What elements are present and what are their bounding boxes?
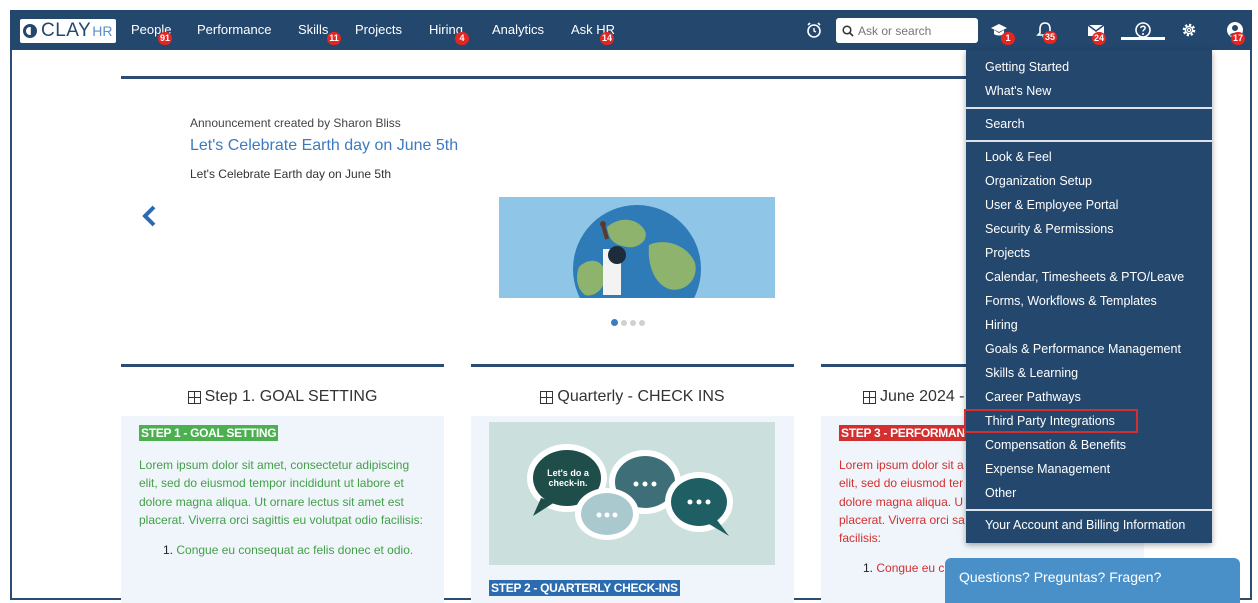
list-text: Congue eu consequat ac felis donec et od…	[176, 543, 414, 558]
carousel-dot-4[interactable]	[639, 320, 645, 326]
card-text: Lorem ipsum dolor sit amet, consectetur …	[139, 458, 423, 527]
gear-icon[interactable]	[1180, 21, 1198, 39]
card-heading: Quarterly - CHECK INS	[471, 388, 794, 406]
nav-people-badge: 91	[158, 32, 173, 45]
card-heading-text: Quarterly - CHECK INS	[557, 388, 725, 405]
announcement-body: Let's Celebrate Earth day on June 5th	[190, 167, 392, 181]
nav-skills[interactable]: Skills	[298, 22, 328, 37]
carousel-dots	[611, 319, 645, 326]
search-input[interactable]	[858, 23, 973, 38]
card-rule	[121, 364, 444, 367]
menu-projects[interactable]: Projects	[985, 246, 1030, 260]
menu-search[interactable]: Search	[985, 117, 1025, 131]
list-text: Congue eu c	[876, 561, 945, 576]
card-text: Lorem ipsum dolor sit a elit, sed do eiu…	[839, 458, 965, 546]
step-tag: STEP 2 - QUARTERLY CHECK-INS	[489, 580, 680, 596]
nav-hiring-badge: 4	[455, 32, 469, 45]
carousel-dot-1[interactable]	[611, 319, 618, 326]
menu-highlight-box	[964, 409, 1138, 433]
earth-illustration	[499, 197, 775, 298]
learning-badge: 1	[1001, 32, 1015, 45]
carousel-dot-3[interactable]	[630, 320, 636, 326]
nav-ask-hr-badge: 14	[600, 32, 615, 45]
card-body: Let's do a check-in. STEP 2 - QUARTERLY …	[471, 416, 794, 603]
nav-performance[interactable]: Performance	[197, 22, 271, 37]
menu-user-employee-portal[interactable]: User & Employee Portal	[985, 198, 1118, 212]
bubble-text: Let's do a check-in.	[547, 468, 589, 488]
card-goal-setting: Step 1. GOAL SETTING STEP 1 - GOAL SETTI…	[121, 364, 444, 603]
menu-expense-management[interactable]: Expense Management	[985, 462, 1110, 476]
alarm-clock-icon[interactable]	[805, 21, 823, 39]
menu-skills-learning[interactable]: Skills & Learning	[985, 366, 1078, 380]
menu-whats-new[interactable]: What's New	[985, 84, 1051, 98]
menu-account-billing[interactable]: Your Account and Billing Information	[985, 518, 1185, 532]
card-heading-text: Step 1. GOAL SETTING	[204, 388, 378, 405]
carousel-prev-arrow-icon[interactable]	[140, 204, 160, 228]
menu-hiring[interactable]: Hiring	[985, 318, 1018, 332]
logo-mark-icon	[23, 24, 37, 38]
table-grid-icon	[540, 390, 554, 404]
card-heading-text: June 2024 -	[880, 388, 965, 405]
card-heading: Step 1. GOAL SETTING	[121, 388, 444, 406]
card-body: STEP 1 - GOAL SETTING Lorem ipsum dolor …	[121, 416, 444, 603]
step-tag: STEP 1 - GOAL SETTING	[139, 425, 279, 441]
menu-compensation-benefits[interactable]: Compensation & Benefits	[985, 438, 1126, 452]
logo-suffix: HR	[92, 23, 113, 39]
top-nav-bar: CLAY HR People 91 Performance Skills 11 …	[10, 10, 1252, 50]
card-quarterly-check-ins: Quarterly - CHECK INS Let's do a check-i…	[471, 364, 794, 603]
menu-divider	[966, 140, 1212, 142]
list-number: 1.	[863, 561, 874, 576]
card-rule	[471, 364, 794, 367]
table-grid-icon	[187, 390, 201, 404]
menu-career-pathways[interactable]: Career Pathways	[985, 390, 1081, 404]
menu-divider	[966, 509, 1212, 511]
list-item: 1. Congue eu consequat ac felis donec et…	[139, 543, 426, 557]
notifications-badge: 35	[1043, 31, 1058, 44]
earth-day-image	[499, 197, 775, 298]
profile-badge: 17	[1231, 32, 1246, 45]
menu-look-feel[interactable]: Look & Feel	[985, 150, 1052, 164]
announcement-title[interactable]: Let's Celebrate Earth day on June 5th	[190, 137, 458, 155]
menu-forms-workflows[interactable]: Forms, Workflows & Templates	[985, 294, 1157, 308]
menu-goals-performance[interactable]: Goals & Performance Management	[985, 342, 1181, 356]
announcement-meta: Announcement created by Sharon Bliss	[190, 116, 401, 130]
step-tag: STEP 3 - PERFORMAN	[839, 425, 967, 441]
menu-getting-started[interactable]: Getting Started	[985, 60, 1069, 74]
search-icon	[842, 24, 854, 37]
menu-calendar-timesheets[interactable]: Calendar, Timesheets & PTO/Leave	[985, 270, 1184, 284]
messages-badge: 24	[1092, 32, 1107, 45]
announcement-top-rule	[121, 76, 991, 79]
menu-divider	[966, 107, 1212, 109]
list-number: 1.	[163, 543, 174, 558]
speech-bubbles-illustration	[489, 422, 775, 565]
nav-analytics[interactable]: Analytics	[492, 22, 544, 37]
logo-text: CLAY	[41, 20, 92, 41]
table-grid-icon	[863, 390, 876, 404]
search-box[interactable]	[836, 18, 978, 43]
nav-projects[interactable]: Projects	[355, 22, 402, 37]
check-in-bubbles-image: Let's do a check-in.	[489, 422, 775, 565]
chat-widget[interactable]: Questions? Preguntas? Fragen?	[945, 558, 1240, 603]
help-active-indicator	[1121, 37, 1165, 40]
nav-skills-badge: 11	[327, 32, 341, 45]
carousel-dot-2[interactable]	[621, 320, 627, 326]
help-dropdown-menu: Getting Started What's New Search Look &…	[966, 50, 1212, 543]
menu-security-permissions[interactable]: Security & Permissions	[985, 222, 1114, 236]
menu-other[interactable]: Other	[985, 486, 1016, 500]
menu-organization-setup[interactable]: Organization Setup	[985, 174, 1092, 188]
clayhr-logo[interactable]: CLAY HR	[20, 19, 116, 43]
